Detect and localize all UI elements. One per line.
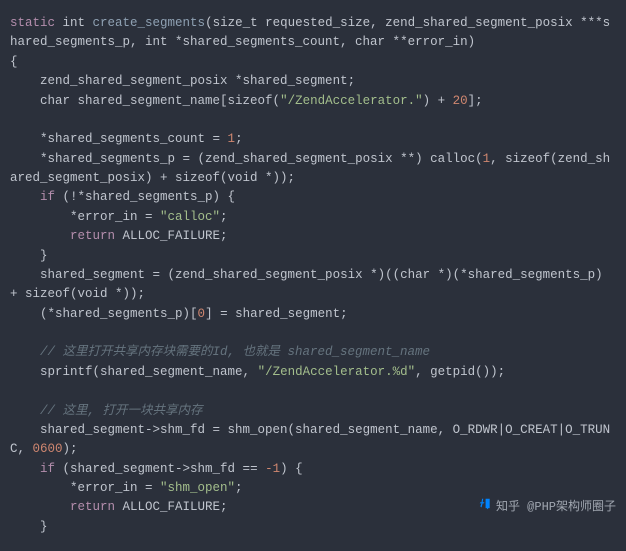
code-text (10, 500, 70, 514)
code-text: ] = shared_segment; (205, 307, 348, 321)
keyword: static (10, 16, 55, 30)
code-text: } (10, 249, 48, 263)
code-text: ; (235, 481, 243, 495)
comment: // 这里, 打开一块共享内存 (10, 404, 203, 418)
code-text: zend_shared_segment_posix *shared_segmen… (10, 74, 355, 88)
keyword: if (40, 190, 55, 204)
code-text: { (10, 55, 18, 69)
code-text: ; (220, 210, 228, 224)
zhihu-icon (478, 497, 492, 518)
code-text: *shared_segments_p = (zend_shared_segmen… (10, 152, 483, 166)
code-text: ) + (423, 94, 453, 108)
code-text: shared_segment->shm_fd = shm_open(shared… (10, 423, 610, 456)
comment: // 这里打开共享内存块需要的Id, 也就是 shared_segment_na… (10, 345, 430, 359)
code-block: static int create_segments(size_t reques… (0, 0, 626, 551)
code-text (10, 462, 40, 476)
number: 20 (453, 94, 468, 108)
code-text: ); (63, 442, 78, 456)
keyword: return (70, 229, 115, 243)
code-text: ALLOC_FAILURE; (115, 229, 228, 243)
code-text (10, 229, 70, 243)
number: 1 (483, 152, 491, 166)
code-text: sprintf(shared_segment_name, (10, 365, 258, 379)
keyword: return (70, 500, 115, 514)
code-text: ; (235, 132, 243, 146)
code-text: *shared_segments_count = (10, 132, 228, 146)
code-text: (shared_segment->shm_fd == (55, 462, 265, 476)
string: "/ZendAccelerator.%d" (258, 365, 416, 379)
number: 0 (198, 307, 206, 321)
code-text: *error_in = (10, 210, 160, 224)
string: "shm_open" (160, 481, 235, 495)
string: "/ZendAccelerator." (280, 94, 423, 108)
function-name: create_segments (93, 16, 206, 30)
number: -1 (265, 462, 280, 476)
code-text: ALLOC_FAILURE; (115, 500, 228, 514)
code-text: (!*shared_segments_p) { (55, 190, 235, 204)
watermark-text: 知乎 @PHP架构师圈子 (496, 498, 616, 517)
string: "calloc" (160, 210, 220, 224)
code-text: *error_in = (10, 481, 160, 495)
watermark: 知乎 @PHP架构师圈子 (478, 497, 616, 518)
code-text: char shared_segment_name[sizeof( (10, 94, 280, 108)
number: 1 (228, 132, 236, 146)
code-text: , getpid()); (415, 365, 505, 379)
code-text: shared_segment = (zend_shared_segment_po… (10, 268, 610, 301)
code-text: int (55, 16, 93, 30)
code-text (10, 190, 40, 204)
keyword: if (40, 462, 55, 476)
number: 0600 (33, 442, 63, 456)
code-text: ) { (280, 462, 303, 476)
code-text: (*shared_segments_p)[ (10, 307, 198, 321)
code-text: ]; (468, 94, 483, 108)
